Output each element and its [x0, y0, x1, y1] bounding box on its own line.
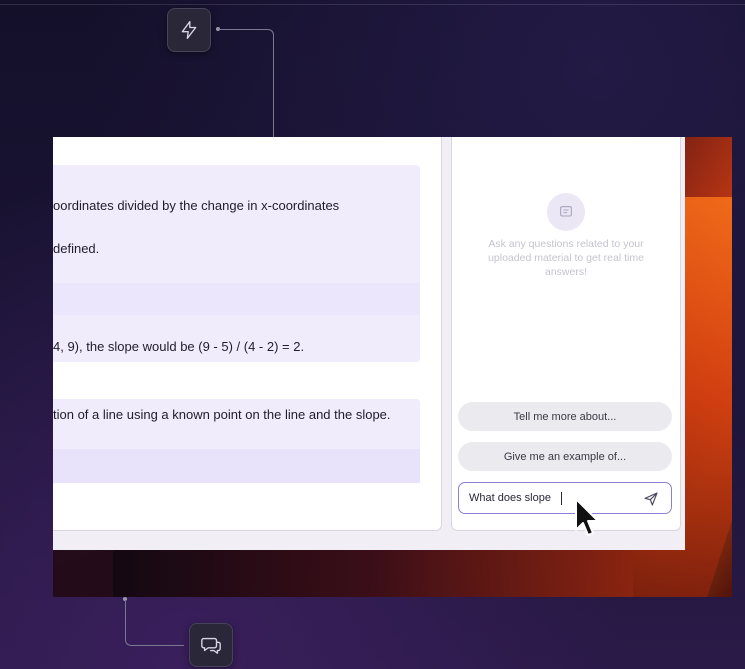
text-block: 4, 9), the slope would be (9 - 5) / (4 -… — [53, 283, 420, 362]
lightning-icon — [181, 21, 197, 39]
chat-empty-hint: Ask any questions related to your upload… — [488, 238, 644, 278]
highlight-band — [53, 449, 420, 483]
chat-input-field[interactable] — [469, 489, 629, 507]
chat-bubbles-icon — [201, 637, 221, 654]
document-panel: oordinates divided by the change in x-co… — [53, 137, 442, 531]
document-text: oordinates divided by the change in x-co… — [53, 198, 340, 213]
chat-panel: Ask any questions related to your upload… — [451, 137, 681, 531]
chat-input-box[interactable] — [458, 482, 672, 514]
app-window: oordinates divided by the change in x-co… — [53, 137, 685, 550]
text-block: tion of a line using a known point on th… — [53, 399, 420, 483]
document-text: tion of a line using a known point on th… — [53, 407, 391, 422]
highlight-band — [53, 283, 420, 315]
text-caret — [561, 492, 562, 505]
lightning-icon-button[interactable] — [167, 8, 211, 52]
suggestion-tell-me-more[interactable]: Tell me more about... — [458, 402, 672, 431]
document-text: defined. — [53, 241, 100, 256]
connector-line — [219, 29, 274, 138]
connector-line — [125, 600, 184, 646]
mouse-cursor-icon — [575, 498, 599, 536]
empty-state-icon — [547, 193, 585, 231]
text-block: oordinates divided by the change in x-co… — [53, 165, 420, 288]
message-icon — [560, 206, 572, 217]
chat-icon-button[interactable] — [189, 623, 233, 667]
suggestion-give-example[interactable]: Give me an example of... — [458, 442, 672, 471]
document-text: 4, 9), the slope would be (9 - 5) / (4 -… — [53, 339, 305, 354]
send-icon[interactable] — [643, 491, 659, 507]
top-edge-line — [0, 4, 745, 5]
